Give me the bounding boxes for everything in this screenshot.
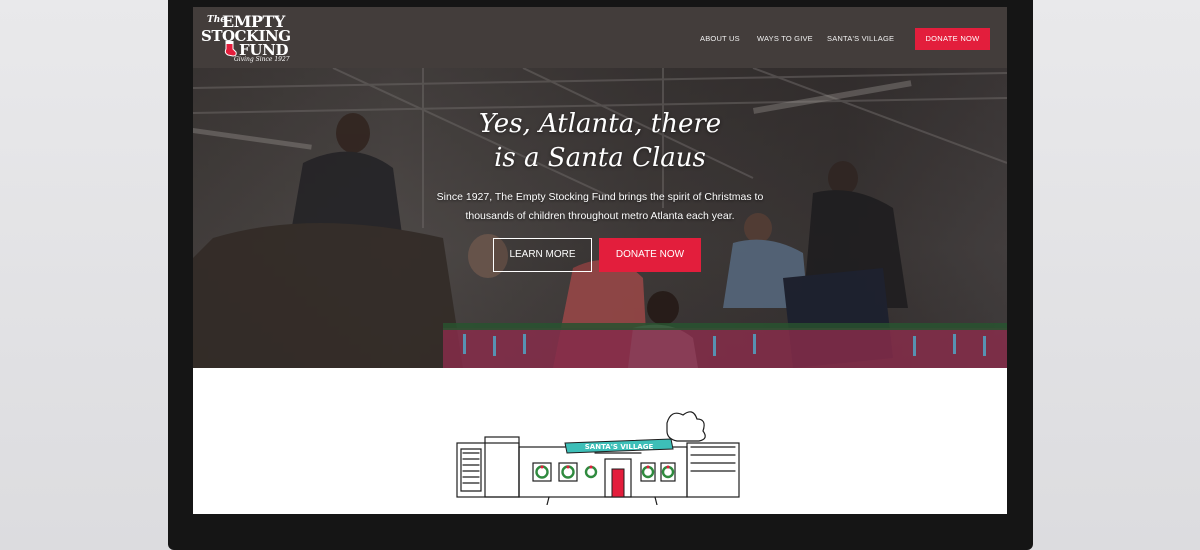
village-sign-text: SANTA'S VILLAGE [585,443,654,451]
hero-subtitle-line-2: thousands of children throughout metro A… [465,210,735,222]
hero-title-line-2: is a Santa Claus [494,143,706,173]
hero-donate-button[interactable]: DONATE NOW [599,238,701,272]
nav-about-us[interactable]: ABOUT US [700,34,740,43]
hero-subtitle: Since 1927, The Empty Stocking Fund brin… [400,188,800,226]
santas-village-illustration: SANTA'S VILLAGE [456,411,740,505]
hero-section: Yes, Atlanta, there is a Santa Claus Sin… [193,68,1007,368]
learn-more-button[interactable]: LEARN MORE [493,238,592,272]
header-donate-button[interactable]: DONATE NOW [915,28,990,50]
stocking-icon [224,41,237,57]
site-header: The EMPTY STOCKING FUND Giving Since 192… [193,7,1007,68]
site-logo[interactable]: The EMPTY STOCKING FUND Giving Since 192… [198,11,291,65]
nav-santas-village[interactable]: SANTA'S VILLAGE [827,34,894,43]
browser-screen: The EMPTY STOCKING FUND Giving Since 192… [193,7,1007,514]
hero-title-line-1: Yes, Atlanta, there [478,109,722,139]
logo-tagline: Giving Since 1927 [234,56,290,63]
nav-ways-to-give[interactable]: WAYS TO GIVE [757,34,813,43]
hero-subtitle-line-1: Since 1927, The Empty Stocking Fund brin… [436,191,764,203]
